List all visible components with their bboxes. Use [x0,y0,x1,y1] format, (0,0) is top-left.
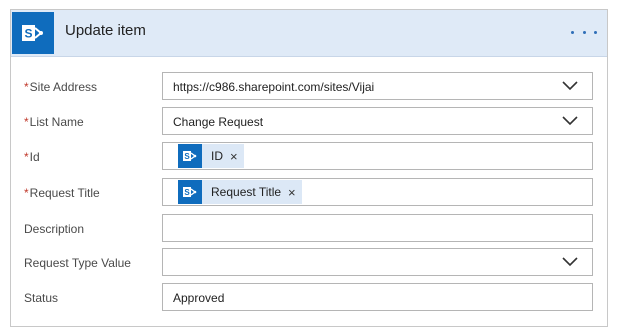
list-name-row: *List Name Change Request [11,107,607,137]
status-input[interactable]: Approved [162,283,593,311]
chevron-down-icon[interactable] [562,257,578,267]
required-asterisk: * [24,186,29,200]
site-address-value: https://c986.sharepoint.com/sites/Vijai [173,80,375,94]
required-asterisk: * [24,150,29,164]
chevron-down-icon[interactable] [562,116,578,126]
request-type-value-row: Request Type Value [11,248,607,278]
status-row: Status Approved [11,283,607,313]
request-title-token-label: Request Title [211,185,282,199]
list-name-value: Change Request [173,115,264,129]
id-field[interactable]: S ID × [162,142,593,170]
list-name-label: *List Name [24,115,84,129]
chevron-down-icon[interactable] [562,81,578,91]
request-type-value-label: Request Type Value [24,256,131,270]
request-title-token[interactable]: S Request Title × [178,180,302,204]
description-input[interactable] [162,214,593,242]
status-value: Approved [173,291,225,305]
request-type-value-dropdown[interactable] [162,248,593,276]
id-token-label: ID [211,149,223,163]
request-title-row: *Request Title S Request Title × [11,178,607,208]
site-address-label: *Site Address [24,80,98,94]
svg-text:S: S [24,27,32,41]
sharepoint-icon: S [12,12,54,54]
card-header[interactable]: S Update item [11,10,607,57]
remove-token-icon[interactable]: × [230,150,238,163]
required-asterisk: * [24,115,29,129]
sharepoint-icon: S [178,144,202,168]
status-label: Status [24,291,59,305]
update-item-card: S Update item *Site Address https://c986… [10,9,608,327]
svg-text:S: S [184,152,190,161]
id-label: *Id [24,150,40,164]
remove-token-icon[interactable]: × [288,186,296,199]
site-address-row: *Site Address https://c986.sharepoint.co… [11,72,607,102]
description-label: Description [24,222,85,236]
id-token[interactable]: S ID × [178,144,244,168]
required-asterisk: * [24,80,29,94]
sharepoint-icon: S [178,180,202,204]
description-row: Description [11,214,607,244]
list-name-dropdown[interactable]: Change Request [162,107,593,135]
svg-text:S: S [184,188,190,197]
request-title-field[interactable]: S Request Title × [162,178,593,206]
more-options-icon[interactable] [571,22,597,42]
id-row: *Id S ID × [11,142,607,172]
request-title-label: *Request Title [24,186,100,200]
site-address-dropdown[interactable]: https://c986.sharepoint.com/sites/Vijai [162,72,593,100]
card-title: Update item [65,22,146,39]
